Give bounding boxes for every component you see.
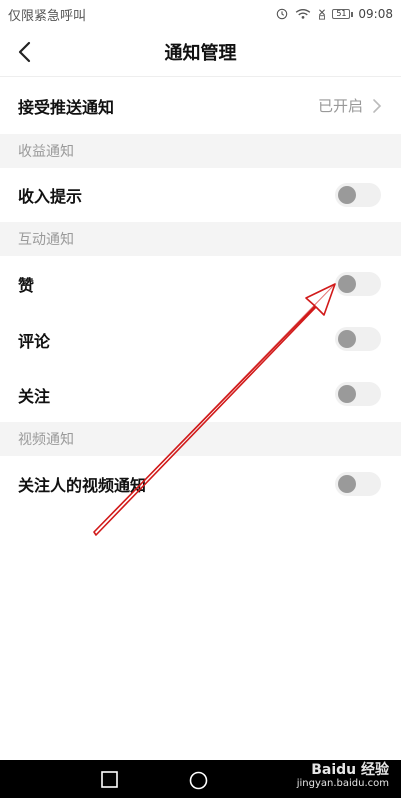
income-alert-toggle[interactable] xyxy=(335,183,381,207)
comment-toggle[interactable] xyxy=(335,327,381,351)
page-title: 通知管理 xyxy=(164,43,237,64)
home-button[interactable] xyxy=(189,771,208,790)
followed-video-toggle[interactable] xyxy=(335,472,381,496)
toggle-knob xyxy=(338,475,356,493)
push-notification-label: 接受推送通知 xyxy=(18,97,115,117)
toggle-knob xyxy=(338,275,356,293)
push-notification-row[interactable]: 接受推送通知 已开启 xyxy=(0,76,401,134)
nav-bar: 通知管理 xyxy=(0,28,401,76)
setting-label: 关注 xyxy=(18,387,51,406)
setting-row-comment: 评论 xyxy=(0,312,401,368)
baidu-jingyan-watermark: Baidu 经验 jingyan.baidu.com xyxy=(296,762,389,790)
section-header-interaction: 互动通知 xyxy=(0,222,401,256)
battery-tip xyxy=(351,11,354,17)
battery-indicator: 51 xyxy=(332,9,354,19)
push-notification-status: 已开启 xyxy=(317,97,363,115)
chevron-left-icon xyxy=(18,41,31,63)
status-bar: 仅限紧急呼叫 51 09:08 xyxy=(0,0,401,28)
section-header-income: 收益通知 xyxy=(0,134,401,168)
battery-level: 51 xyxy=(332,9,351,19)
setting-label: 赞 xyxy=(18,276,35,295)
back-button[interactable] xyxy=(12,38,36,66)
chevron-right-icon xyxy=(373,98,382,113)
clock: 09:08 xyxy=(358,7,393,21)
watermark-url: jingyan.baidu.com xyxy=(296,778,389,789)
wifi-icon xyxy=(296,9,311,19)
follow-toggle[interactable] xyxy=(335,382,381,406)
recent-apps-button[interactable] xyxy=(101,771,118,788)
setting-row-follow: 关注 xyxy=(0,368,401,422)
section-header-video: 视频通知 xyxy=(0,422,401,456)
setting-label: 关注人的视频通知 xyxy=(18,476,147,495)
toggle-knob xyxy=(338,330,356,348)
carrier-text: 仅限紧急呼叫 xyxy=(8,8,87,24)
toggle-knob xyxy=(338,385,356,403)
setting-row-like: 赞 xyxy=(0,256,401,312)
like-toggle[interactable] xyxy=(335,272,381,296)
system-nav-bar: Baidu 经验 jingyan.baidu.com xyxy=(0,760,401,798)
setting-label: 评论 xyxy=(18,332,51,351)
setting-row-income-alert: 收入提示 xyxy=(0,168,401,222)
sim-off-icon xyxy=(319,9,326,20)
setting-row-followed-video: 关注人的视频通知 xyxy=(0,456,401,512)
toggle-knob xyxy=(338,186,356,204)
status-icons: 51 09:08 xyxy=(275,7,393,21)
watermark-logo: Baidu 经验 xyxy=(311,762,389,778)
setting-label: 收入提示 xyxy=(18,187,83,206)
alarm-icon xyxy=(277,8,288,20)
